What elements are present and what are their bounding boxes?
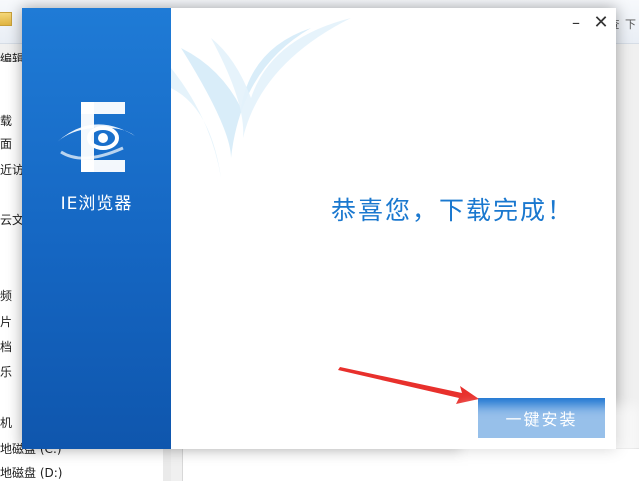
nav-item-drive-d[interactable]: 地磁盘 (D:): [0, 464, 62, 481]
download-complete-message: 恭喜您，下载完成！: [330, 196, 574, 225]
nav-item-recent[interactable]: 近访: [0, 161, 24, 178]
screen: 查 下 编辑 载 面 近访 云文 频 片 档 乐 机 地磁盘 (C:) 地磁盘 …: [0, 0, 639, 481]
nav-item-pictures[interactable]: 片: [0, 313, 12, 330]
installer-dialog: IE浏览器 – ✕ 恭喜您，下载完成！ 一键安装: [22, 8, 616, 449]
folder-icon: [0, 12, 12, 26]
nav-item-desktop[interactable]: 面: [0, 135, 12, 152]
minimize-button[interactable]: –: [565, 12, 587, 34]
nav-item-cloud[interactable]: 云文: [0, 211, 24, 228]
nav-item-music[interactable]: 乐: [0, 363, 12, 380]
decorative-swoosh: [171, 18, 351, 178]
nav-item-downloads[interactable]: 载: [0, 112, 12, 129]
one-click-install-button[interactable]: 一键安装: [478, 398, 605, 438]
product-name: IE浏览器: [60, 194, 133, 214]
dialog-sidebar: IE浏览器: [22, 8, 171, 449]
ie-eye-logo-icon: [57, 102, 135, 172]
nav-item-videos[interactable]: 频: [0, 287, 12, 304]
nav-item-documents[interactable]: 档: [0, 338, 12, 355]
nav-item-computer[interactable]: 机: [0, 414, 12, 431]
content-pane: [182, 448, 639, 481]
close-button[interactable]: ✕: [590, 12, 612, 34]
